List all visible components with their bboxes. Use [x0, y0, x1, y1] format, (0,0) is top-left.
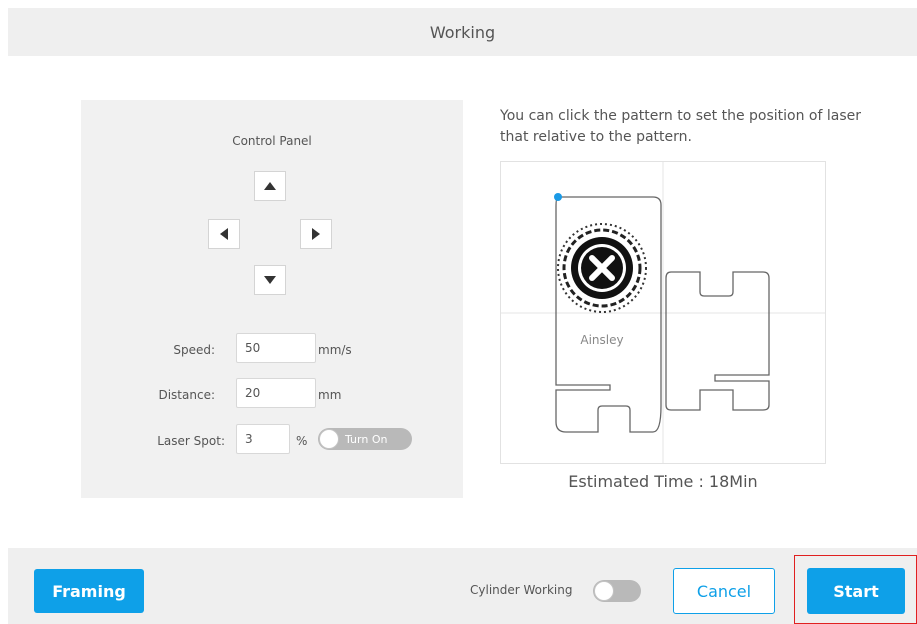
cylinder-working-label: Cylinder Working: [470, 583, 573, 597]
speed-unit: mm/s: [318, 343, 352, 357]
dialog-footer: Framing Cylinder Working Cancel Start: [8, 548, 917, 624]
laser-position-dot[interactable]: [554, 193, 562, 201]
pattern-preview[interactable]: Ainsley: [500, 161, 826, 464]
toggle-knob: [319, 429, 339, 449]
phone-stand-piece-right: [665, 271, 770, 411]
speed-label: Speed:: [173, 343, 215, 357]
distance-unit: mm: [318, 388, 342, 402]
move-up-button[interactable]: [254, 171, 286, 201]
toggle-knob: [594, 581, 614, 601]
move-down-button[interactable]: [254, 265, 286, 295]
framing-button[interactable]: Framing: [34, 569, 144, 613]
start-highlight-box: [794, 555, 917, 624]
cancel-button[interactable]: Cancel: [673, 568, 775, 614]
estimated-time: Estimated Time : 18Min: [568, 472, 758, 491]
position-hint: You can click the pattern to set the pos…: [500, 108, 861, 145]
distance-input[interactable]: [236, 378, 316, 408]
ornament-logo: [557, 223, 647, 313]
arrow-down-icon: [264, 276, 276, 284]
pattern-canvas: Ainsley: [501, 162, 825, 463]
phone-stand-piece-left: [555, 196, 662, 433]
laser-spot-toggle-label: Turn On: [345, 432, 388, 446]
laser-spot-label: Laser Spot:: [157, 434, 225, 448]
move-right-button[interactable]: [300, 219, 332, 249]
arrow-up-icon: [264, 182, 276, 190]
control-panel: Control Panel Speed: mm/s Distance: mm L…: [81, 100, 463, 498]
laser-spot-unit: %: [296, 434, 308, 448]
dialog-title: Working: [429, 22, 496, 42]
cylinder-working-toggle[interactable]: [593, 580, 641, 602]
laser-spot-input[interactable]: [236, 424, 290, 454]
dialog-header: Working: [8, 8, 917, 56]
arrow-left-icon: [220, 228, 228, 240]
distance-label: Distance:: [158, 388, 215, 402]
control-panel-title: Control Panel: [232, 134, 312, 148]
pattern-name-text: Ainsley: [580, 333, 623, 347]
laser-spot-toggle[interactable]: Turn On: [318, 428, 412, 450]
move-left-button[interactable]: [208, 219, 240, 249]
speed-input[interactable]: [236, 333, 316, 363]
arrow-right-icon: [312, 228, 320, 240]
